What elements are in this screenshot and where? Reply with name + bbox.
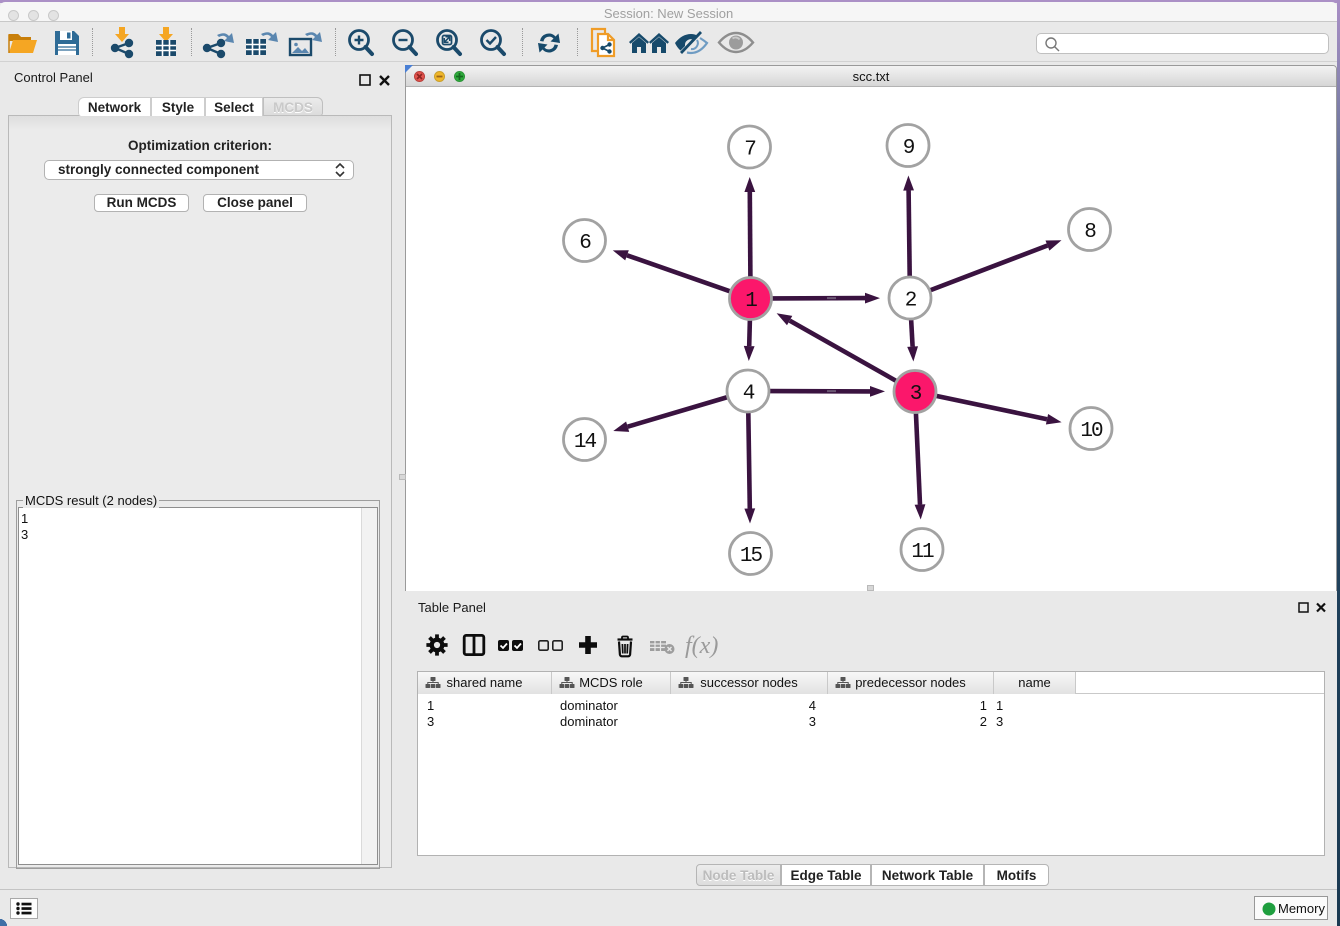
svg-text:15: 15 [740,545,763,568]
svg-text:11: 11 [911,541,934,564]
svg-text:14: 14 [574,431,597,454]
svg-text:1: 1 [745,290,757,313]
svg-text:6: 6 [579,232,591,255]
svg-text:2: 2 [905,290,917,313]
svg-text:3: 3 [910,383,922,406]
svg-text:10: 10 [1080,420,1103,443]
svg-text:9: 9 [903,137,915,160]
svg-text:7: 7 [744,139,755,162]
svg-text:4: 4 [743,383,755,406]
svg-text:8: 8 [1084,221,1096,244]
